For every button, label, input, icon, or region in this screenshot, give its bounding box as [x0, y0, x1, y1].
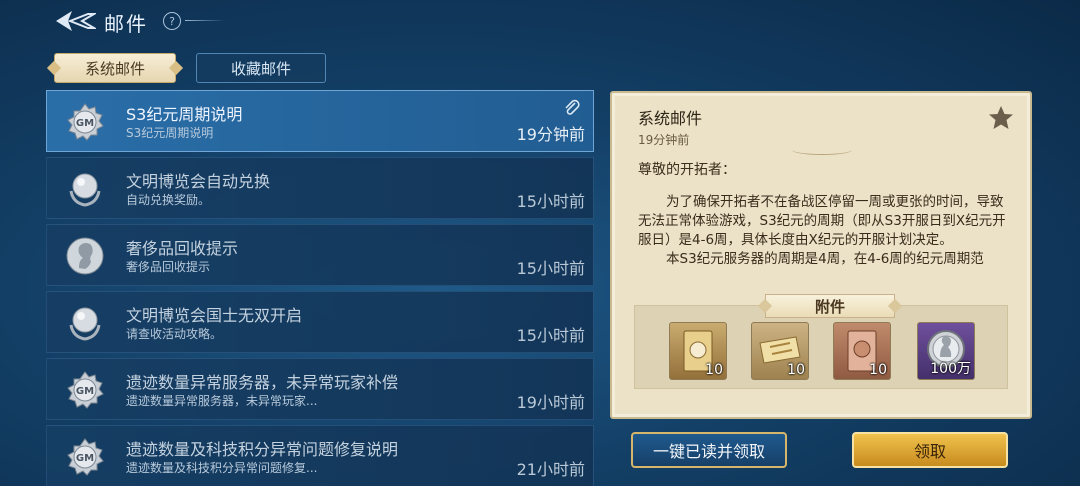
tab-favorite-mail[interactable]: 收藏邮件 [196, 53, 326, 83]
reward-count: 100万 [930, 361, 971, 377]
back-arrow-icon [56, 11, 96, 31]
detail-title: 系统邮件 [638, 109, 703, 128]
back-button[interactable] [52, 8, 96, 34]
mail-title: 遗迹数量及科技积分异常问题修复说明 [126, 440, 399, 459]
detail-time: 19分钟前 [638, 133, 690, 147]
gm-badge-icon: GM [63, 368, 107, 412]
svg-text:GM: GM [76, 386, 94, 397]
reward-count: 10 [787, 362, 805, 378]
mail-item[interactable]: 文明博览会自动兑换 自动兑换奖励。 15小时前 [46, 157, 594, 219]
reward-item[interactable]: 10 [833, 322, 891, 380]
ornament-divider [792, 145, 852, 155]
mail-time: 15小时前 [516, 192, 585, 211]
detail-body[interactable]: 为了确保开拓者不在备战区停留一周或更张的时间，导致无法正常体验游戏，S3纪元的周… [638, 193, 1010, 269]
mail-subtitle: 自动兑换奖励。 [126, 193, 211, 207]
tab-system-mail[interactable]: 系统邮件 [54, 53, 176, 83]
mail-subtitle: 请查收活动攻略。 [126, 327, 223, 341]
mail-title: 文明博览会国士无双开启 [126, 306, 303, 325]
attachment-area: 附件 10 10 10 100万 [634, 294, 1008, 389]
svg-text:GM: GM [76, 118, 94, 129]
mail-item[interactable]: 奢侈品回收提示 奢侈品回收提示 15小时前 [46, 224, 594, 286]
mail-item[interactable]: GM 遗迹数量异常服务器，未异常玩家补偿 遗迹数量异常服务器，未异常玩家... … [46, 358, 594, 420]
silver-orb-laurel-icon [63, 167, 107, 211]
paperclip-icon [565, 99, 580, 115]
detail-paragraph: 本S3纪元服务器的周期是4周，在4-6周的纪元周期范 [666, 251, 984, 267]
mail-time: 21小时前 [516, 460, 585, 479]
header-bar: 邮件 ? [0, 0, 1080, 44]
reward-item[interactable]: 10 [751, 322, 809, 380]
bust-portrait-icon [63, 234, 107, 278]
read-all-claim-button[interactable]: 一键已读并领取 [631, 432, 787, 468]
mail-time: 19小时前 [516, 393, 585, 412]
mail-title: 遗迹数量异常服务器，未异常玩家补偿 [126, 373, 399, 392]
header-divider [185, 20, 225, 21]
claim-button[interactable]: 领取 [852, 432, 1008, 468]
favorite-star-icon[interactable] [988, 105, 1014, 131]
mail-subtitle: 遗迹数量及科技积分异常问题修复... [126, 461, 318, 475]
gm-badge-icon: GM [63, 435, 107, 479]
mail-title: 文明博览会自动兑换 [126, 172, 271, 191]
gm-badge-icon: GM [63, 100, 107, 144]
detail-paragraph: 为了确保开拓者不在备战区停留一周或更张的时间，导致无法正常体验游戏，S3纪元的周… [638, 194, 1006, 248]
svg-text:GM: GM [76, 453, 94, 464]
mail-time: 15小时前 [516, 326, 585, 345]
silver-orb-laurel-icon [63, 301, 107, 345]
mail-item[interactable]: GM S3纪元周期说明 S3纪元周期说明 19分钟前 [46, 90, 594, 152]
mail-time: 19分钟前 [516, 125, 585, 144]
mail-detail-panel: 系统邮件 19分钟前 尊敬的开拓者： 为了确保开拓者不在备战区停留一周或更张的时… [610, 91, 1032, 419]
reward-item[interactable]: 100万 [917, 322, 975, 380]
attachment-label: 附件 [765, 294, 895, 318]
mail-item[interactable]: 文明博览会国士无双开启 请查收活动攻略。 15小时前 [46, 291, 594, 353]
help-icon[interactable]: ? [163, 12, 181, 30]
mail-subtitle: 奢侈品回收提示 [126, 260, 211, 274]
page-title: 邮件 [104, 12, 148, 36]
mail-title: S3纪元周期说明 [126, 105, 243, 124]
reward-count: 10 [705, 362, 723, 378]
detail-greeting: 尊敬的开拓者： [638, 162, 736, 178]
mail-subtitle: S3纪元周期说明 [126, 126, 214, 140]
mail-item[interactable]: GM 遗迹数量及科技积分异常问题修复说明 遗迹数量及科技积分异常问题修复... … [46, 425, 594, 486]
reward-count: 10 [869, 362, 887, 378]
mail-time: 15小时前 [516, 259, 585, 278]
mail-title: 奢侈品回收提示 [126, 239, 239, 258]
reward-item[interactable]: 10 [669, 322, 727, 380]
mail-subtitle: 遗迹数量异常服务器，未异常玩家... [126, 394, 318, 408]
